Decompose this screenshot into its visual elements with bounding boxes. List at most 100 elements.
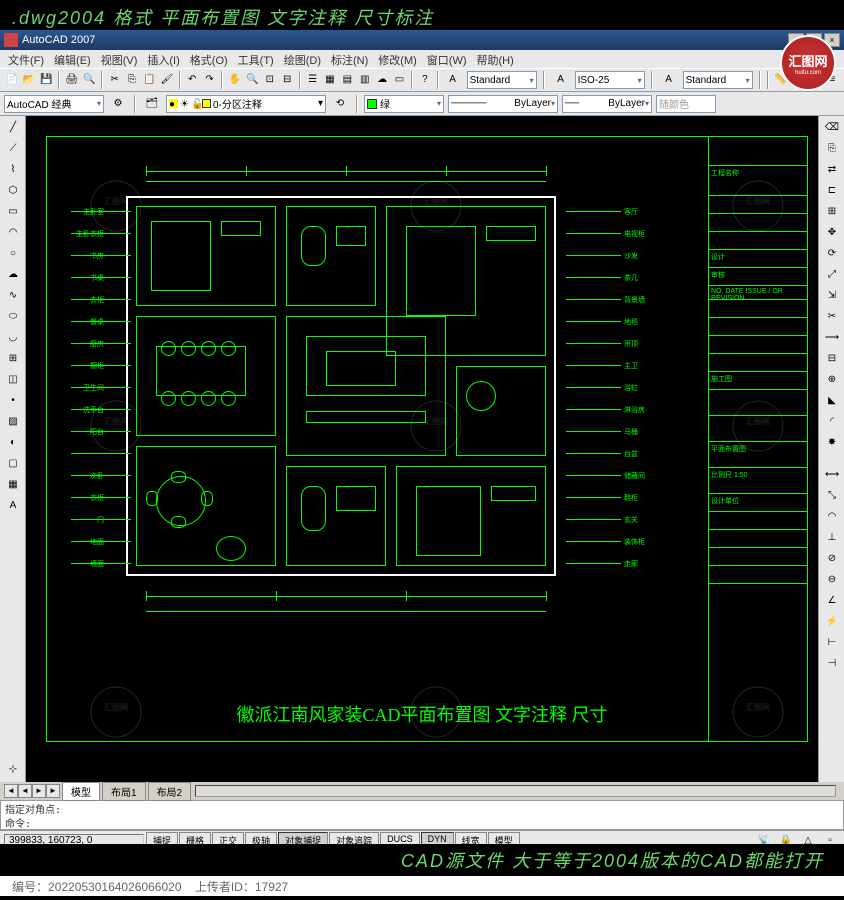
menu-O[interactable]: 格式(O): [186, 52, 232, 66]
explode-icon[interactable]: ✸: [821, 433, 843, 453]
tab-nav-btn[interactable]: ►: [46, 784, 60, 798]
workspace-combo[interactable]: AutoCAD 经典▾: [4, 95, 104, 113]
layer-combo[interactable]: ● ☀ 🔓 0-分区注释 ▾: [166, 95, 326, 113]
dim-rad-icon[interactable]: ⊘: [821, 549, 843, 569]
toolpalette-icon[interactable]: ▤: [340, 70, 355, 90]
dim-quick-icon[interactable]: ⚡: [821, 612, 843, 632]
pan-icon[interactable]: ✋: [227, 70, 242, 90]
stretch-icon[interactable]: ⇲: [821, 286, 843, 306]
tab-nav-btn[interactable]: ►: [32, 784, 46, 798]
help-icon[interactable]: ?: [417, 70, 432, 90]
offset-icon[interactable]: ⊏: [821, 181, 843, 201]
revcloud-icon[interactable]: ☁: [2, 265, 24, 285]
tab-layout2[interactable]: 布局2: [148, 782, 192, 801]
sheetset-icon[interactable]: ▥: [357, 70, 372, 90]
scale-icon[interactable]: ⤢: [821, 265, 843, 285]
table-style-icon[interactable]: A: [659, 70, 679, 90]
dim-ang-icon[interactable]: ∠: [821, 591, 843, 611]
properties-icon[interactable]: ☰: [305, 70, 320, 90]
hatch-icon[interactable]: ▨: [2, 412, 24, 432]
point-icon[interactable]: •: [2, 391, 24, 411]
menu-N[interactable]: 标注(N): [327, 52, 372, 66]
gradient-icon[interactable]: ◐: [2, 433, 24, 453]
break-icon[interactable]: ⊟: [821, 349, 843, 369]
ellipsearc-icon[interactable]: ◡: [2, 328, 24, 348]
lineweight-combo[interactable]: ──ByLayer▾: [562, 95, 652, 113]
mtext-icon[interactable]: A: [2, 496, 24, 516]
calc-icon[interactable]: ▭: [392, 70, 407, 90]
drawing-canvas[interactable]: 工程名称设计审核NO. DATE ISSUE / OR REVISION施工图平…: [26, 116, 818, 782]
menu-D[interactable]: 绘图(D): [280, 52, 325, 66]
redo-icon[interactable]: ↷: [202, 70, 217, 90]
text-style-icon[interactable]: A: [443, 70, 463, 90]
dim-style-combo[interactable]: ISO-25▾: [575, 71, 645, 89]
layer-manager-icon[interactable]: 🗂: [142, 94, 162, 114]
tab-nav-btn[interactable]: ◄: [4, 784, 18, 798]
markup-icon[interactable]: ☁: [374, 70, 389, 90]
rotate-icon[interactable]: ⟳: [821, 244, 843, 264]
paste-icon[interactable]: 📋: [142, 70, 157, 90]
menu-T[interactable]: 工具(T): [234, 52, 278, 66]
polygon-icon[interactable]: ⬡: [2, 181, 24, 201]
print-icon[interactable]: 🖨: [64, 70, 79, 90]
dim-cont-icon[interactable]: ⊣: [821, 654, 843, 674]
layer-prev-icon[interactable]: ⟲: [330, 94, 350, 114]
move-icon[interactable]: ✥: [821, 223, 843, 243]
zoom-prev-icon[interactable]: ⊟: [279, 70, 294, 90]
arc-icon[interactable]: ◠: [2, 223, 24, 243]
new-icon[interactable]: 📄: [4, 70, 19, 90]
tab-nav-btn[interactable]: ◄: [18, 784, 32, 798]
zoom-icon[interactable]: 🔍: [245, 70, 260, 90]
save-icon[interactable]: 💾: [39, 70, 54, 90]
block-icon[interactable]: ◫: [2, 370, 24, 390]
open-icon[interactable]: 📂: [21, 70, 36, 90]
menu-F[interactable]: 文件(F): [4, 52, 48, 66]
line-icon[interactable]: ╱: [2, 118, 24, 138]
dim-align-icon[interactable]: ⤡: [821, 486, 843, 506]
dim-linear-icon[interactable]: ⟷: [821, 465, 843, 485]
cmd-prompt[interactable]: 命令:: [1, 815, 843, 829]
match-icon[interactable]: 🖌: [159, 70, 174, 90]
extend-icon[interactable]: ⟶: [821, 328, 843, 348]
linetype-combo[interactable]: ─────ByLayer▾: [448, 95, 558, 113]
text-style-combo[interactable]: Standard▾: [467, 71, 537, 89]
join-icon[interactable]: ⊕: [821, 370, 843, 390]
dim-style-icon[interactable]: A: [551, 70, 571, 90]
chamfer-icon[interactable]: ◣: [821, 391, 843, 411]
copy-icon[interactable]: ⎘: [124, 70, 139, 90]
rectangle-icon[interactable]: ▭: [2, 202, 24, 222]
insert-icon[interactable]: ⊞: [2, 349, 24, 369]
mirror-icon[interactable]: ⇄: [821, 160, 843, 180]
dim-arc-icon[interactable]: ◠: [821, 507, 843, 527]
menu-V[interactable]: 视图(V): [97, 52, 142, 66]
table-icon[interactable]: ▦: [2, 475, 24, 495]
color-combo[interactable]: 绿▾: [364, 95, 444, 113]
cut-icon[interactable]: ✂: [107, 70, 122, 90]
menu-I[interactable]: 插入(I): [143, 52, 183, 66]
fillet-icon[interactable]: ◜: [821, 412, 843, 432]
workspace-settings-icon[interactable]: ⚙: [108, 94, 128, 114]
dim-base-icon[interactable]: ⊢: [821, 633, 843, 653]
preview-icon[interactable]: 🔍: [82, 70, 97, 90]
tab-model[interactable]: 模型: [62, 782, 100, 801]
erase-icon[interactable]: ⌫: [821, 118, 843, 138]
ellipse-icon[interactable]: ⬭: [2, 307, 24, 327]
dim-dia-icon[interactable]: ⊖: [821, 570, 843, 590]
command-line[interactable]: 指定对角点: 命令:: [0, 800, 844, 830]
undo-icon[interactable]: ↶: [185, 70, 200, 90]
hscrollbar[interactable]: [195, 785, 836, 797]
zoom-window-icon[interactable]: ⊡: [262, 70, 277, 90]
designcenter-icon[interactable]: ▦: [322, 70, 337, 90]
copy2-icon[interactable]: ⎘: [821, 139, 843, 159]
dim-ord-icon[interactable]: ⊥: [821, 528, 843, 548]
spline-icon[interactable]: ∿: [2, 286, 24, 306]
table-style-combo[interactable]: Standard▾: [683, 71, 753, 89]
region2-icon[interactable]: ▢: [2, 454, 24, 474]
array-icon[interactable]: ⊞: [821, 202, 843, 222]
ucs-icon[interactable]: ⊹: [2, 760, 24, 780]
menu-E[interactable]: 编辑(E): [50, 52, 95, 66]
pline-icon[interactable]: ⌇: [2, 160, 24, 180]
menu-M[interactable]: 修改(M): [374, 52, 421, 66]
xline-icon[interactable]: ⟋: [2, 139, 24, 159]
circle-icon[interactable]: ○: [2, 244, 24, 264]
